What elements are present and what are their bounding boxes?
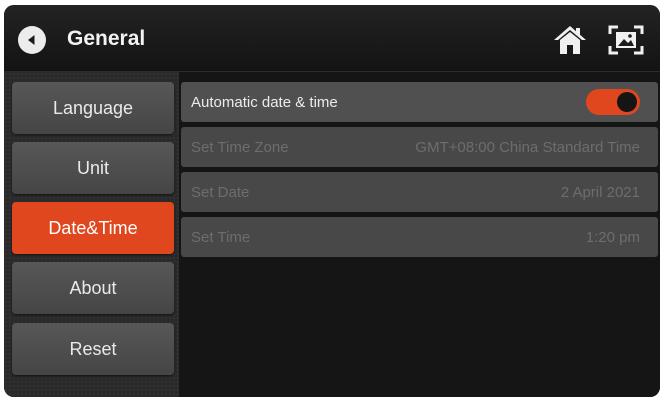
set-time-zone-value: GMT+08:00 China Standard Time [415,138,640,156]
screenshot-icon [608,25,644,55]
set-time-zone-row: Set Time Zone GMT+08:00 China Standard T… [181,127,658,167]
home-icon [554,26,586,54]
set-date-value: 2 April 2021 [560,183,640,201]
automatic-date-time-toggle[interactable] [586,89,640,115]
set-time-row: Set Time 1:20 pm [181,217,658,257]
screenshot-button[interactable] [608,25,644,55]
sidebar-item-unit[interactable]: Unit [12,142,174,194]
toggle-knob [617,92,637,112]
settings-panel: Automatic date & time Set Time Zone GMT+… [179,72,660,397]
set-time-zone-label: Set Time Zone [191,138,289,156]
sidebar-item-reset[interactable]: Reset [12,323,174,375]
device-screen: General Language Unit Date&Time About Re… [4,5,660,397]
sidebar-item-language[interactable]: Language [12,82,174,134]
automatic-date-time-row[interactable]: Automatic date & time [181,82,658,122]
set-time-value: 1:20 pm [585,228,640,246]
set-date-label: Set Date [191,183,250,201]
page-title: General [67,27,146,50]
set-date-row: Set Date 2 April 2021 [181,172,658,212]
set-time-label: Set Time [191,228,251,246]
home-button[interactable] [553,25,587,55]
sidebar: Language Unit Date&Time About Reset [4,72,179,397]
automatic-date-time-label: Automatic date & time [191,93,338,111]
back-button[interactable] [18,26,46,54]
header-bar: General [4,5,660,72]
sidebar-item-date-time[interactable]: Date&Time [12,202,174,254]
back-arrow-icon [28,35,35,45]
sidebar-item-about[interactable]: About [12,262,174,314]
